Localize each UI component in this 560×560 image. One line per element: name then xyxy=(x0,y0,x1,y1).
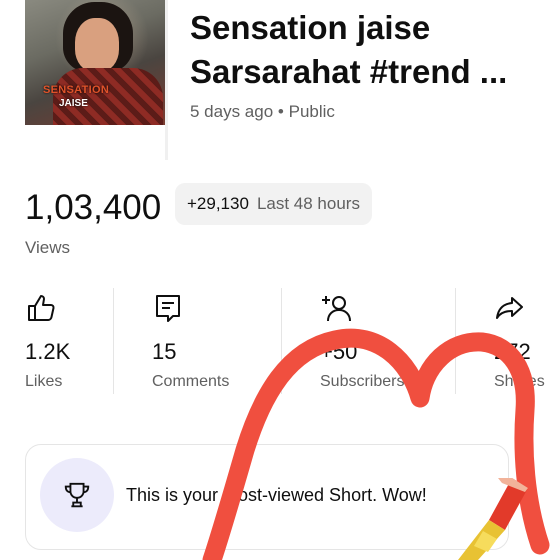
stat-divider xyxy=(113,288,114,394)
trophy-badge xyxy=(40,458,114,532)
comment-icon xyxy=(156,295,180,322)
comments-value: 15 xyxy=(152,339,177,364)
share-icon xyxy=(496,297,523,319)
stat-divider xyxy=(281,288,282,394)
thumbnail-caption-top: SENSATION xyxy=(43,84,110,96)
thumbnail-face xyxy=(75,18,119,72)
likes-label: Likes xyxy=(25,373,63,390)
video-title-line-1: Sensation jaise xyxy=(190,9,431,46)
thumbnail-divider xyxy=(165,0,168,160)
achievement-banner[interactable]: This is your most-viewed Short. Wow! xyxy=(25,444,509,550)
views-period: Last 48 hours xyxy=(256,194,360,213)
video-title[interactable]: Sensation jaise Sarsarahat #trend ... xyxy=(190,6,550,94)
video-title-line-2: Sarsarahat #trend ... xyxy=(190,53,508,90)
video-thumbnail[interactable]: SENSATION JAISE xyxy=(25,0,165,125)
video-age: 5 days ago xyxy=(190,102,274,121)
video-visibility: Public xyxy=(288,102,335,121)
video-meta: 5 days ago • Public xyxy=(190,102,335,122)
achievement-message: This is your most-viewed Short. Wow! xyxy=(126,485,427,505)
thumbs-up-icon xyxy=(28,295,55,321)
subscribers-value: +50 xyxy=(320,339,358,364)
recent-views-chip: +29,130 Last 48 hours xyxy=(175,183,372,225)
add-person-icon xyxy=(322,296,351,322)
trophy-icon xyxy=(64,482,90,508)
stat-divider xyxy=(455,288,456,394)
views-delta: +29,130 xyxy=(187,194,249,213)
thumbnail-caption-bottom: JAISE xyxy=(59,98,88,109)
views-label: Views xyxy=(25,238,71,257)
meta-separator: • xyxy=(277,102,284,121)
thumbnail-shirt xyxy=(53,68,163,125)
shares-label: Shares xyxy=(494,373,545,390)
subscribers-label: Subscribers xyxy=(320,373,405,390)
views-count: 1,03,400 xyxy=(25,188,162,227)
shares-value: 272 xyxy=(494,339,531,364)
comments-label: Comments xyxy=(152,373,230,390)
likes-value: 1.2K xyxy=(25,339,71,364)
